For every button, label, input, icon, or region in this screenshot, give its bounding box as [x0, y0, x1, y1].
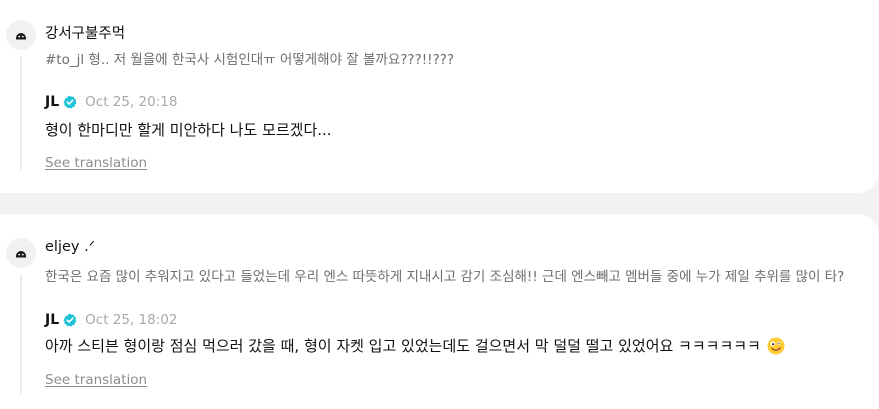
reply-timestamp: Oct 25, 20:18	[85, 94, 178, 110]
reply-timestamp: Oct 25, 18:02	[85, 312, 178, 328]
message-card: eljey .ᐟ 한국은 요즘 많이 추워지고 있다고 들었는데 우리 엔스 따…	[0, 214, 879, 409]
thread-line	[20, 56, 22, 170]
message-card: 강서구불주먹 #to_jl 형.. 저 월을에 한국사 시험인대ㅠ 어떻게해야 …	[0, 0, 879, 193]
reply-text: 아까 스티븐 형이랑 점심 먹으러 갔을 때, 형이 자켓 입고 있었는데도 걸…	[45, 337, 761, 355]
reply-text-row: 아까 스티븐 형이랑 점심 먹으러 갔을 때, 형이 자켓 입고 있었는데도 걸…	[45, 335, 785, 356]
thread-line	[20, 274, 22, 394]
see-translation-link[interactable]: See translation	[45, 155, 147, 171]
anonymous-avatar-icon	[6, 20, 36, 50]
reply-author: JL	[45, 94, 60, 110]
anonymous-avatar-icon	[6, 238, 36, 268]
see-translation-link[interactable]: See translation	[45, 372, 147, 388]
reply-header: JL Oct 25, 18:02	[45, 312, 177, 328]
question-author: eljey .ᐟ	[45, 239, 95, 255]
zany-face-emoji-icon	[767, 337, 785, 355]
verified-badge-icon	[63, 313, 77, 327]
question-text: 한국은 요즘 많이 추워지고 있다고 들었는데 우리 엔스 따뜻하게 지내시고 …	[45, 269, 845, 285]
question-author: 강서구불주먹	[45, 26, 126, 42]
reply-author: JL	[45, 312, 60, 328]
question-text: #to_jl 형.. 저 월을에 한국사 시험인대ㅠ 어떻게해야 잘 볼까요??…	[45, 52, 455, 68]
verified-badge-icon	[63, 95, 77, 109]
reply-text: 형이 한마디만 할게 미안하다 나도 모르겠다...	[45, 121, 332, 139]
reply-header: JL Oct 25, 20:18	[45, 94, 177, 110]
